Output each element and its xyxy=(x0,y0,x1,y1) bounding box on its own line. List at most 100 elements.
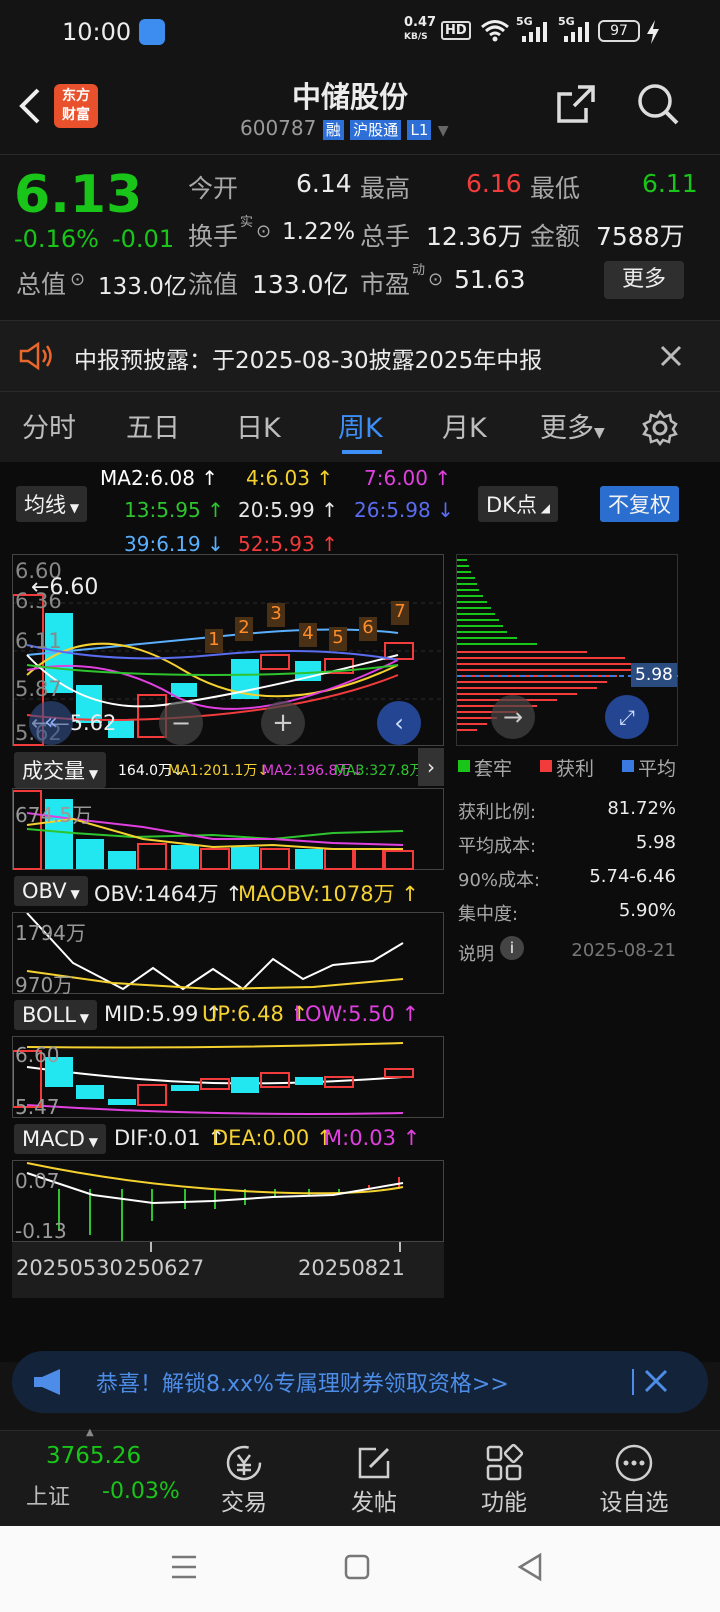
scroll-left-icon[interactable]: « xyxy=(29,701,73,745)
dk-marker[interactable]: 1 xyxy=(205,629,223,653)
obv-y-top: 1794万 xyxy=(15,921,86,945)
dk-marker[interactable]: 5 xyxy=(329,627,347,651)
tab-monthly-k[interactable]: 月K xyxy=(442,406,487,445)
tab-underline xyxy=(342,450,382,454)
quote-panel: 6.13 -0.16% -0.01 今开 6.14 最高 6.16 最低 6.1… xyxy=(0,154,720,320)
more-button[interactable]: 更多 xyxy=(604,261,684,299)
hd-icon: HD xyxy=(441,21,471,40)
index-change[interactable]: -0.03% xyxy=(102,1479,180,1504)
pe-sup: 动 xyxy=(412,263,426,278)
chip-distribution-pane[interactable]: 5.98 → ⤢ xyxy=(456,554,679,746)
macd-select[interactable]: MACD ▼ xyxy=(14,1124,106,1154)
float-label: 流值 xyxy=(188,270,239,299)
boll-pane[interactable]: 6.60 5.47 xyxy=(12,1036,444,1119)
chip-date: 2025-08-21 xyxy=(571,940,676,961)
avg-cost-row-value: 5.98 xyxy=(635,832,676,853)
nav-trade-label: 交易 xyxy=(221,1490,267,1516)
megaphone-icon xyxy=(32,1367,66,1397)
more-circle-icon xyxy=(615,1444,653,1482)
mktcap-label: 总值 xyxy=(16,270,67,299)
kline-pane[interactable]: 6.60 6.36 6.11 5.87 5.62 ←6.60 ←—5.62 1 … xyxy=(12,554,445,746)
share-icon[interactable] xyxy=(556,84,596,124)
y-mid3-label: 5.87 xyxy=(15,677,62,701)
period-tabs: 分时 五日 日K 周K 月K 更多▼ xyxy=(0,392,720,462)
tab-intraday[interactable]: 分时 xyxy=(22,406,76,445)
boll-up: UP:6.48 ↑ xyxy=(202,1002,309,1026)
zoom-out-icon[interactable]: − xyxy=(159,701,203,745)
tab-5day[interactable]: 五日 xyxy=(126,406,180,445)
gear-icon[interactable] xyxy=(642,410,678,446)
legend-average: 平均 xyxy=(638,758,677,780)
index-name[interactable]: 上证 xyxy=(26,1479,70,1511)
tab-weekly-k[interactable]: 周K xyxy=(338,406,383,445)
nav-trade[interactable]: 交易 xyxy=(194,1443,294,1517)
macd-pane[interactable]: 0.07 -0.13 xyxy=(12,1160,444,1243)
profit-ratio-label: 获利比例: xyxy=(458,802,537,823)
index-value[interactable]: 3765.26 xyxy=(46,1443,141,1469)
trapped-swatch xyxy=(458,760,470,772)
tab-more[interactable]: 更多▼ xyxy=(540,406,605,445)
promo-banner[interactable]: 恭喜！解锁8.xx%专属理财券领取资格>> xyxy=(12,1351,708,1413)
info-icon[interactable]: i xyxy=(500,936,524,960)
dk-marker[interactable]: 2 xyxy=(235,617,253,641)
pe-label: 市盈 xyxy=(360,270,411,299)
notice-text: 中报预披露：于2025-08-30披露2025年中报 xyxy=(74,348,543,374)
macd-y-bottom: -0.13 xyxy=(15,1219,67,1243)
obv-value: OBV:1464万 ↑ xyxy=(94,882,243,906)
open-label: 今开 xyxy=(188,174,239,203)
expand-arrow-icon[interactable]: › xyxy=(418,748,444,786)
zoom-in-icon[interactable]: + xyxy=(261,701,305,745)
close-icon[interactable] xyxy=(644,1369,668,1393)
explain-label[interactable]: 说明 xyxy=(458,940,494,966)
adjust-toggle[interactable]: 不复权 xyxy=(600,486,679,522)
boll-select[interactable]: BOLL ▼ xyxy=(14,1000,98,1030)
legend-trapped: 套牢 xyxy=(474,758,513,780)
notice-bar[interactable]: 中报预披露：于2025-08-30披露2025年中报 xyxy=(0,320,720,392)
ma-select[interactable]: 均线 ▼ xyxy=(16,486,88,522)
ma26-value: 26:5.98 ↓ xyxy=(354,498,454,522)
signal-icon xyxy=(522,22,548,42)
expand-icon[interactable]: ⤢ xyxy=(605,695,649,739)
charging-icon xyxy=(646,20,660,44)
info-icon[interactable]: ⊙ xyxy=(70,269,85,290)
volume-pane[interactable]: 674.5万 xyxy=(12,788,444,870)
info-icon[interactable]: ⊙ xyxy=(256,221,271,242)
pe-value: 51.63 xyxy=(454,265,526,294)
grid-icon xyxy=(486,1443,524,1481)
avg-cost-label: 5.98 xyxy=(631,663,677,687)
nav-post[interactable]: 发帖 xyxy=(324,1443,424,1517)
boll-low: LOW:5.50 ↑ xyxy=(294,1002,420,1026)
mktcap-value: 133.0亿 xyxy=(98,274,187,300)
nav-functions[interactable]: 功能 xyxy=(454,1443,554,1517)
tab-daily-k[interactable]: 日K xyxy=(236,406,281,445)
arrow-right-icon[interactable]: → xyxy=(491,695,535,739)
promo-text: 恭喜！解锁8.xx%专属理财券领取资格>> xyxy=(96,1372,509,1397)
volume-select[interactable]: 成交量 ▼ xyxy=(14,752,107,788)
scroll-right-icon[interactable]: ‹ xyxy=(377,701,421,745)
caret-up-icon: ▲ xyxy=(86,1427,94,1438)
macd-dea: DEA:0.00 ↑ xyxy=(212,1126,334,1150)
bottom-nav: ▲ 3765.26 上证 -0.03% 交易 发帖 功能 设自选 xyxy=(0,1427,720,1526)
signal-icon xyxy=(564,22,590,42)
obv-pane[interactable]: 1794万 970万 xyxy=(12,912,444,997)
dk-point-select[interactable]: DK点 ◢ xyxy=(478,486,558,522)
menu-icon[interactable] xyxy=(170,1554,198,1580)
status-bar: 10:00 0.47 KB/S HD 5G 5G 97 xyxy=(0,0,720,66)
dk-marker[interactable]: 4 xyxy=(299,623,317,647)
dk-marker[interactable]: 7 xyxy=(391,601,409,625)
close-icon[interactable] xyxy=(660,345,682,367)
ma4-value: 4:6.03 ↑ xyxy=(246,466,334,490)
macd-chart xyxy=(26,1162,404,1241)
volume-label: 总手 xyxy=(360,222,411,251)
dk-marker[interactable]: 3 xyxy=(267,603,285,627)
search-icon[interactable] xyxy=(636,82,680,126)
home-icon[interactable] xyxy=(344,1554,370,1580)
info-icon[interactable]: ⊙ xyxy=(428,269,443,290)
nav-add-watchlist[interactable]: 设自选 xyxy=(584,1443,684,1517)
obv-select[interactable]: OBV ▼ xyxy=(14,876,88,906)
profit-ratio-value: 81.72% xyxy=(607,798,676,819)
back-nav-icon[interactable] xyxy=(516,1552,544,1582)
dk-marker[interactable]: 6 xyxy=(359,617,377,641)
dropdown-icon[interactable]: ▼ xyxy=(438,123,449,139)
volume-value: 12.36万 xyxy=(426,222,523,251)
